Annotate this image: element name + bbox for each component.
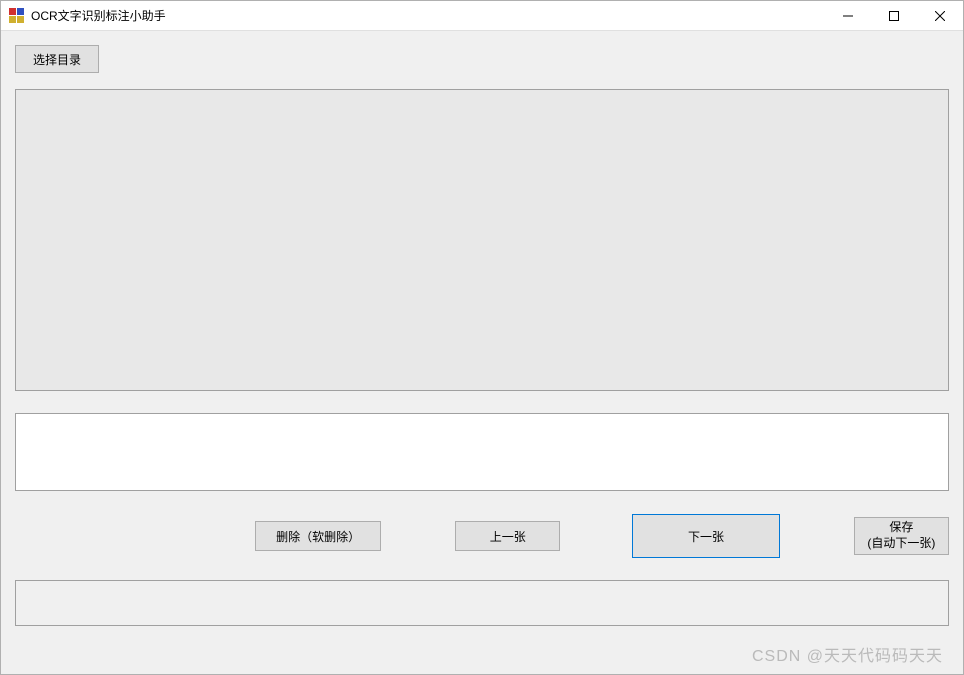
previous-button[interactable]: 上一张 [455, 521, 560, 551]
minimize-button[interactable] [825, 1, 871, 30]
window-controls [825, 1, 963, 30]
client-area: 选择目录 删除（软删除） 上一张 下一张 保存 (自动下一张) CSDN @天天… [1, 31, 963, 674]
action-button-row: 删除（软删除） 上一张 下一张 保存 (自动下一张) [15, 514, 949, 558]
titlebar-left: OCR文字识别标注小助手 [9, 7, 166, 24]
maximize-button[interactable] [871, 1, 917, 30]
save-button[interactable]: 保存 (自动下一张) [854, 517, 949, 555]
next-button[interactable]: 下一张 [632, 514, 780, 558]
close-button[interactable] [917, 1, 963, 30]
status-panel [15, 580, 949, 626]
image-preview-panel [15, 89, 949, 391]
watermark-text: CSDN @天天代码码天天 [752, 642, 943, 666]
app-icon [9, 8, 25, 24]
app-window: OCR文字识别标注小助手 选择目录 删除（软删除） 上一张 下一张 保存 (自动… [0, 0, 964, 675]
maximize-icon [889, 11, 899, 21]
window-title: OCR文字识别标注小助手 [31, 7, 166, 24]
titlebar: OCR文字识别标注小助手 [1, 1, 963, 31]
minimize-icon [843, 11, 853, 21]
delete-button[interactable]: 删除（软删除） [255, 521, 381, 551]
close-icon [935, 11, 945, 21]
select-directory-button[interactable]: 选择目录 [15, 45, 99, 73]
annotation-text-input[interactable] [15, 413, 949, 491]
